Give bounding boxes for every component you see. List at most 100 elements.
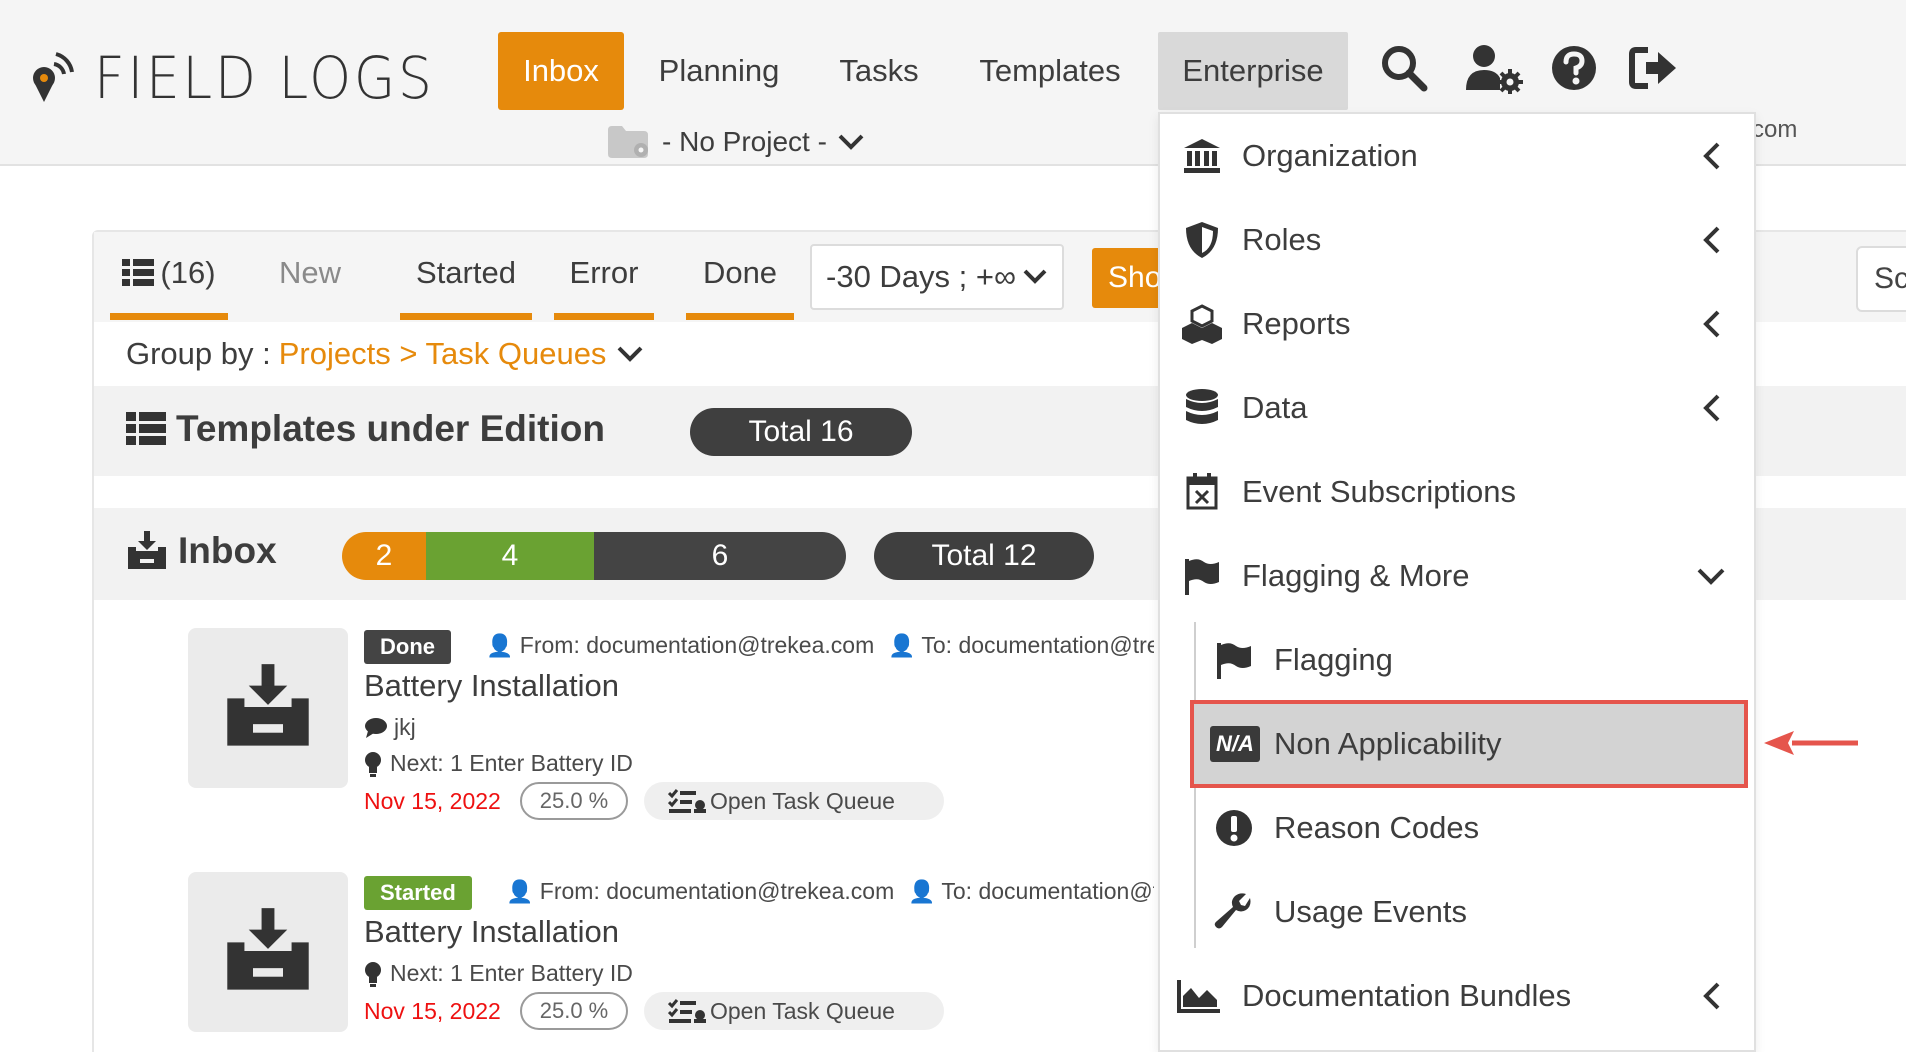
inbox-download-icon bbox=[227, 664, 309, 746]
date-range-select[interactable]: -30 Days ; +∞ bbox=[810, 244, 1064, 310]
task-to: 👤 To: documentation@t bbox=[908, 878, 1154, 905]
area-chart-icon bbox=[1177, 980, 1220, 1013]
user-icon: 👤 bbox=[888, 633, 916, 658]
search-field-fragment[interactable]: Sc bbox=[1856, 246, 1906, 312]
menu-item-reports[interactable]: Reports bbox=[1160, 282, 1754, 366]
task-to: 👤 To: documentation@tre bbox=[888, 632, 1154, 659]
shield-icon bbox=[1186, 222, 1218, 258]
menu-item-flagging[interactable]: Flagging bbox=[1160, 618, 1754, 702]
tab-new[interactable]: New bbox=[254, 232, 366, 320]
chevron-down-icon bbox=[838, 134, 864, 150]
task-title[interactable]: Battery Installation bbox=[364, 668, 619, 704]
tab-done[interactable]: Done bbox=[686, 232, 794, 320]
search-icon[interactable] bbox=[1378, 42, 1430, 94]
project-selector[interactable]: - No Project - bbox=[608, 122, 865, 162]
logout-icon[interactable] bbox=[1628, 42, 1680, 94]
menu-item-flagging-more[interactable]: Flagging & More bbox=[1160, 534, 1754, 618]
help-icon[interactable] bbox=[1548, 42, 1600, 94]
group-by-value: Projects > Task Queues bbox=[278, 336, 607, 371]
lightbulb-icon bbox=[365, 751, 381, 777]
menu-item-documentation-bundles[interactable]: Documentation Bundles bbox=[1160, 954, 1754, 1038]
task-to-text: To: documentation@t bbox=[941, 878, 1154, 904]
nav-planning[interactable]: Planning bbox=[652, 32, 786, 110]
task-date: Nov 15, 2022 bbox=[364, 998, 501, 1024]
nav-enterprise[interactable]: Enterprise bbox=[1158, 32, 1348, 110]
menu-item-label: Documentation Bundles bbox=[1242, 978, 1572, 1013]
flag-icon bbox=[1185, 559, 1219, 595]
menu-item-data[interactable]: Data bbox=[1160, 366, 1754, 450]
user-settings-icon[interactable] bbox=[1464, 42, 1524, 94]
open-task-queue-button[interactable]: Open Task Queue bbox=[644, 782, 944, 820]
nav-inbox[interactable]: Inbox bbox=[498, 32, 624, 110]
task-title[interactable]: Battery Installation bbox=[364, 914, 619, 950]
database-icon bbox=[1186, 389, 1218, 424]
chevron-left-icon bbox=[1703, 226, 1720, 254]
status-badge: Done bbox=[364, 630, 451, 664]
task-date: Nov 15, 2022 bbox=[364, 788, 501, 814]
menu-item-reason-codes[interactable]: Reason Codes bbox=[1160, 786, 1754, 870]
menu-item-label: Flagging bbox=[1274, 642, 1393, 677]
inbox-title-text: Inbox bbox=[178, 530, 277, 571]
task-comment-text: jkj bbox=[394, 714, 416, 740]
inbox-total-badge: Total 12 bbox=[874, 532, 1094, 580]
task-thumbnail[interactable] bbox=[188, 628, 348, 788]
chevron-left-icon bbox=[1703, 310, 1720, 338]
menu-item-usage-events[interactable]: Usage Events bbox=[1160, 870, 1754, 954]
group-by-selector[interactable]: Group by : Projects > Task Queues bbox=[126, 336, 644, 372]
chevron-left-icon bbox=[1703, 142, 1720, 170]
menu-item-non-applicability[interactable]: N/A Non Applicability bbox=[1160, 702, 1754, 786]
menu-item-label: Flagging & More bbox=[1242, 558, 1470, 593]
group-by-label: Group by : bbox=[126, 336, 271, 371]
project-selector-label: - No Project - bbox=[662, 126, 827, 157]
nav-templates[interactable]: Templates bbox=[968, 32, 1132, 110]
task-next-step: Next: 1 Enter Battery ID bbox=[364, 750, 633, 777]
status-segment-done: 6 bbox=[594, 532, 846, 580]
task-next-text: Next: 1 Enter Battery ID bbox=[390, 960, 633, 986]
templates-title-text: Templates under Edition bbox=[176, 408, 605, 449]
task-queue-icon bbox=[668, 789, 706, 813]
menu-item-label: Non Applicability bbox=[1274, 726, 1502, 761]
menu-item-roles[interactable]: Roles bbox=[1160, 198, 1754, 282]
templates-total-badge: Total 16 bbox=[690, 408, 912, 456]
menu-item-label: Roles bbox=[1242, 222, 1322, 257]
task-next-text: Next: 1 Enter Battery ID bbox=[390, 750, 633, 776]
tab-error[interactable]: Error bbox=[554, 232, 654, 320]
user-email-fragment: com bbox=[1752, 116, 1798, 143]
enterprise-dropdown-menu: Organization Roles Reports Data Event Su… bbox=[1158, 112, 1756, 1052]
task-comment: jkj bbox=[364, 714, 416, 741]
task-from: 👤 From: documentation@trekea.com bbox=[486, 632, 874, 659]
chevron-left-icon bbox=[1703, 394, 1720, 422]
task-progress: 25.0 % bbox=[520, 992, 628, 1030]
user-icon: 👤 bbox=[908, 879, 936, 904]
user-icon: 👤 bbox=[506, 879, 534, 904]
chevron-left-icon bbox=[1703, 982, 1720, 1010]
wrench-icon bbox=[1214, 893, 1251, 929]
task-thumbnail[interactable] bbox=[188, 872, 348, 1032]
tab-all-count: (16) bbox=[160, 255, 216, 290]
brand-logo[interactable]: FIELD LOGS bbox=[30, 44, 464, 112]
tab-all[interactable]: (16) bbox=[110, 232, 228, 320]
flag-icon bbox=[1217, 643, 1251, 679]
menu-item-label: Data bbox=[1242, 390, 1308, 425]
status-badge: Started bbox=[364, 876, 472, 910]
templates-section-title: Templates under Edition bbox=[126, 408, 605, 450]
lightbulb-icon bbox=[365, 961, 381, 987]
user-icon: 👤 bbox=[486, 633, 514, 658]
na-icon-text: N/A bbox=[1216, 731, 1254, 756]
menu-item-event-subscriptions[interactable]: Event Subscriptions bbox=[1160, 450, 1754, 534]
task-from-text: From: documentation@trekea.com bbox=[519, 632, 875, 658]
list-icon bbox=[122, 259, 155, 286]
inbox-status-bar[interactable]: 2 4 6 bbox=[342, 532, 846, 580]
open-task-queue-button[interactable]: Open Task Queue bbox=[644, 992, 944, 1030]
calendar-x-icon bbox=[1186, 473, 1218, 510]
open-task-queue-label: Open Task Queue bbox=[710, 998, 895, 1024]
nav-tasks[interactable]: Tasks bbox=[828, 32, 930, 110]
tab-started[interactable]: Started bbox=[400, 232, 532, 320]
menu-item-organization[interactable]: Organization bbox=[1160, 114, 1754, 198]
exclamation-circle-icon bbox=[1216, 810, 1252, 846]
pointer-arrow-icon bbox=[1764, 731, 1858, 755]
menu-item-label: Reason Codes bbox=[1274, 810, 1480, 845]
task-from: 👤 From: documentation@trekea.com bbox=[506, 878, 894, 905]
menu-item-label: Reports bbox=[1242, 306, 1351, 341]
task-queue-icon bbox=[668, 999, 706, 1023]
